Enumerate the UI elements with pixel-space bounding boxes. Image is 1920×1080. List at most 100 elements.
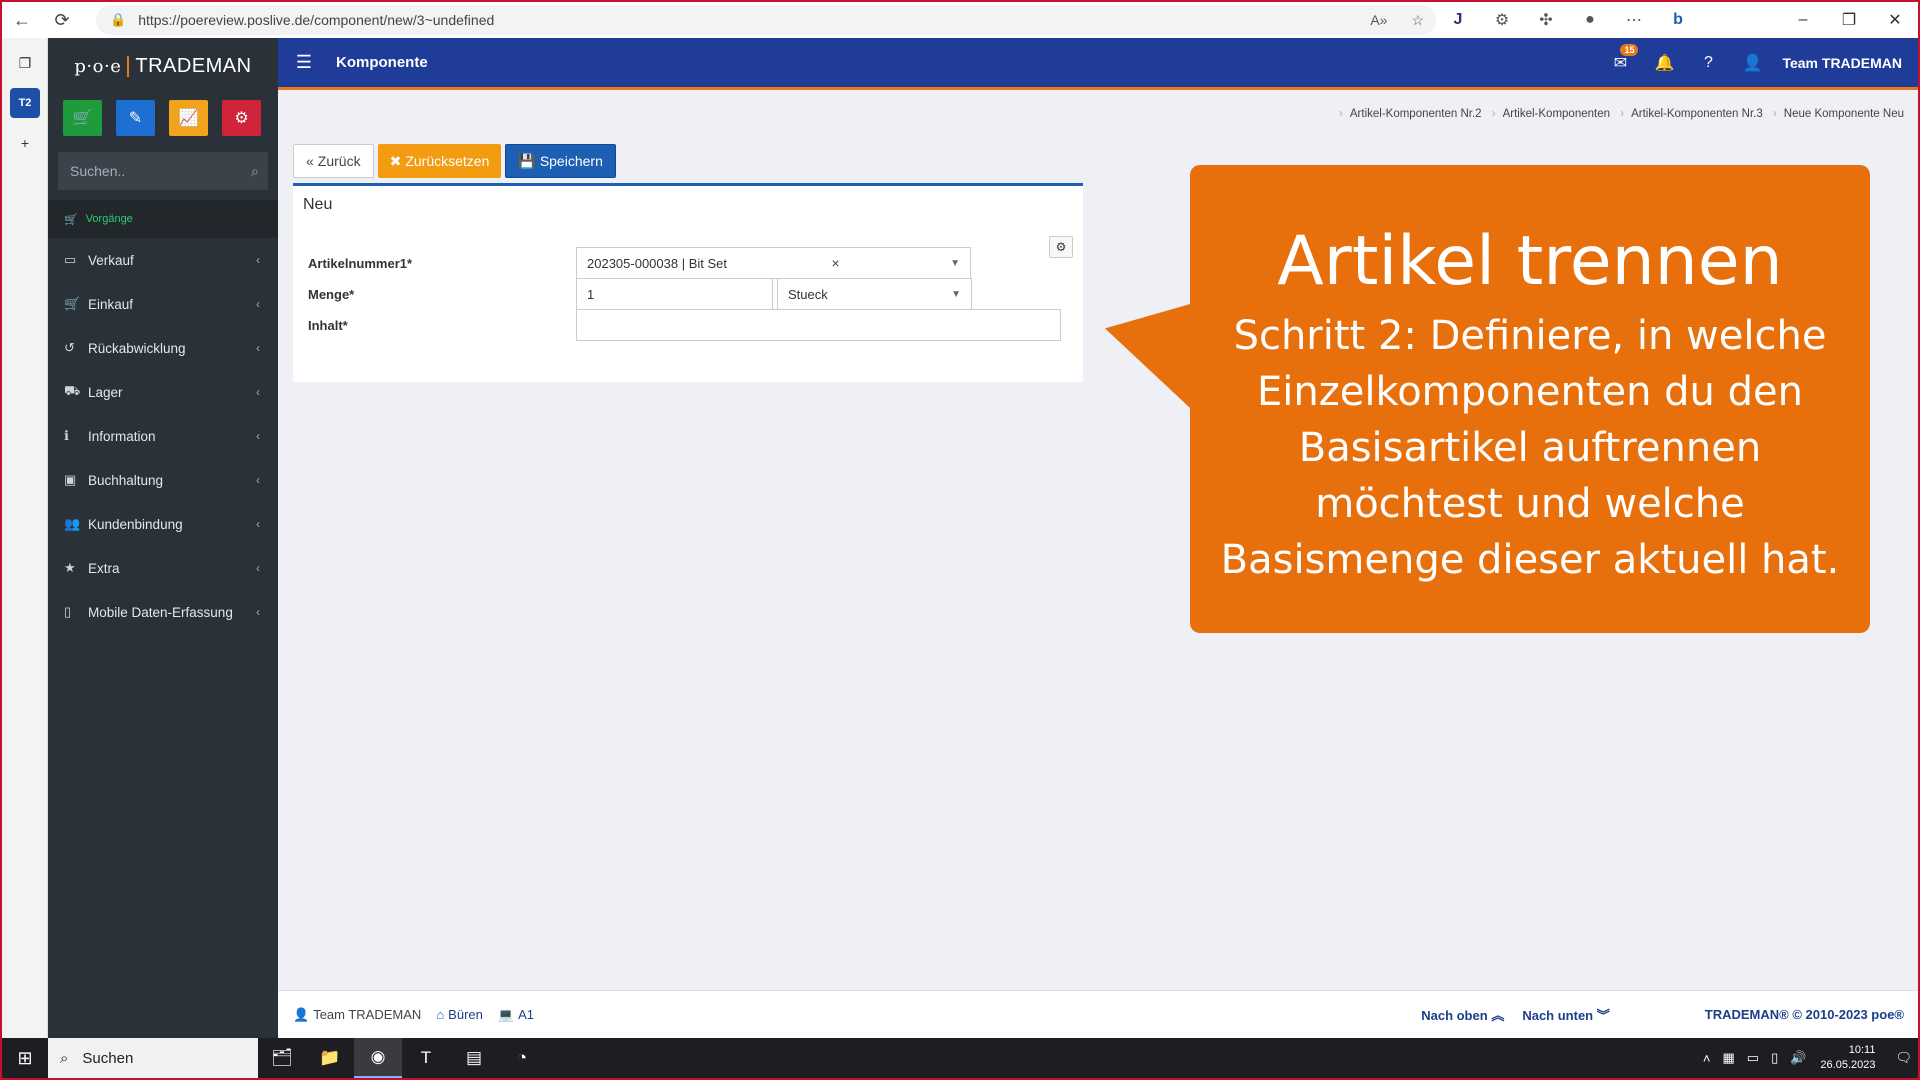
- news-widget-icon[interactable]: 🗂: [258, 1038, 306, 1078]
- system-tray: ˄ ▦ ▭ ▯ 🔊 10:11 26.05.2023 🗨: [1697, 1043, 1918, 1074]
- hamburger-icon[interactable]: ☰: [284, 52, 324, 73]
- content-input[interactable]: [576, 309, 1061, 341]
- security-icon[interactable]: ▦: [1722, 1050, 1734, 1066]
- logo[interactable]: p·o·e TRADEMAN: [48, 38, 278, 94]
- bell-icon[interactable]: 🔔: [1642, 53, 1686, 73]
- copyright: TRADEMAN® © 2010-2023 poe®: [1704, 1007, 1904, 1022]
- chevron-left-icon: ‹: [256, 561, 260, 575]
- clock-time: 10:11: [1848, 1043, 1876, 1056]
- caret-down-icon[interactable]: ▼: [950, 258, 960, 269]
- profile-icon[interactable]: ●: [1568, 2, 1612, 38]
- minimize-icon[interactable]: –: [1780, 2, 1826, 38]
- search-icon: ⌕: [60, 1049, 69, 1067]
- chart-icon[interactable]: 📈: [169, 100, 208, 136]
- sidebar-item-rueckabwicklung[interactable]: ↺ Rückabwicklung ‹: [48, 326, 278, 370]
- reload-icon[interactable]: ⟳: [42, 2, 82, 38]
- edge-icon[interactable]: ◉: [354, 1038, 402, 1078]
- address-bar[interactable]: 🔒 https://poereview.poslive.de/component…: [96, 5, 1436, 35]
- mail-icon[interactable]: ✉ 15: [1598, 43, 1642, 73]
- user-name[interactable]: Team TRADEMAN: [1782, 55, 1902, 71]
- breadcrumb-item[interactable]: Artikel-Komponenten Nr.3: [1631, 108, 1763, 120]
- url-text[interactable]: https://poereview.poslive.de/component/n…: [138, 12, 1358, 28]
- windows-start-icon[interactable]: ⊞: [2, 1048, 48, 1069]
- footer-device[interactable]: 💻 A1: [498, 1007, 534, 1023]
- search-input[interactable]: [70, 163, 251, 179]
- nav-down-link[interactable]: Nach unten ︾: [1522, 1005, 1609, 1024]
- tab-actions-icon[interactable]: ❐: [10, 48, 40, 78]
- new-tab-icon[interactable]: +: [10, 128, 40, 158]
- unit-select[interactable]: Stueck ▼: [777, 278, 972, 310]
- clear-icon[interactable]: ×: [831, 255, 839, 271]
- sidebar-item-label: Lager: [88, 384, 123, 400]
- laptop-icon: 💻: [497, 1006, 515, 1022]
- settings-icon[interactable]: ⚙: [222, 100, 261, 136]
- gear-extension-icon[interactable]: ⚙: [1480, 2, 1524, 38]
- breadcrumb-item[interactable]: Artikel-Komponenten: [1503, 108, 1610, 120]
- quantity-input[interactable]: 1: [576, 278, 773, 310]
- puzzle-icon[interactable]: ✣: [1524, 2, 1568, 38]
- sidebar-item-label: Rückabwicklung: [88, 340, 186, 356]
- article-select[interactable]: 202305-000038 | Bit Set × ▼: [576, 247, 971, 279]
- nav-up-link[interactable]: Nach oben ︽: [1421, 1005, 1504, 1024]
- user-icon[interactable]: 👤: [1730, 53, 1774, 73]
- sidebar-item-label: Mobile Daten-Erfassung: [88, 604, 233, 620]
- footer-user-label: Team TRADEMAN: [313, 1007, 422, 1022]
- cart-icon[interactable]: 🛒: [63, 100, 102, 136]
- truck-icon: ⛟: [64, 383, 81, 398]
- sidebar-item-einkauf[interactable]: 🛒 Einkauf ‹: [48, 282, 278, 326]
- help-icon[interactable]: ?: [1686, 54, 1730, 72]
- save-button[interactable]: 💾 Speichern: [505, 144, 616, 178]
- tab-trademan[interactable]: T2: [10, 88, 40, 118]
- app-footer: 👤 Team TRADEMAN ⌂ Büren 💻 A1 Nach oben ︽ Na…: [278, 990, 1918, 1038]
- taskbar-search[interactable]: ⌕ Suchen: [48, 1038, 258, 1078]
- footer-user[interactable]: 👤 Team TRADEMAN: [293, 1007, 421, 1023]
- times-icon: ✖: [389, 152, 402, 169]
- vertical-tab-strip: ❐ T2 +: [2, 38, 48, 1038]
- extension-icon[interactable]: J: [1436, 2, 1480, 38]
- back-arrow-icon[interactable]: ←: [2, 2, 42, 38]
- sidebar-item-lager[interactable]: ⛟ Lager ‹: [48, 370, 278, 414]
- nav-up-label: Nach oben: [1421, 1008, 1488, 1023]
- sidebar-item-kundenbindung[interactable]: 👥 Kundenbindung ‹: [48, 502, 278, 546]
- search-icon[interactable]: ⌕: [251, 163, 259, 180]
- sidebar-item-buchhaltung[interactable]: ▣ Buchhaltung ‹: [48, 458, 278, 502]
- bing-icon[interactable]: b: [1656, 2, 1700, 38]
- sidebar: p·o·e TRADEMAN 🛒 ✎ 📈 ⚙ ⌕ 🛒 Vorgänge ▭ Ver…: [48, 38, 278, 1038]
- back-label: Zurück: [317, 153, 361, 169]
- network-icon[interactable]: ▯: [1771, 1050, 1778, 1066]
- sidebar-item-mobile[interactable]: ▯ Mobile Daten-Erfassung ‹: [48, 590, 278, 634]
- sidebar-item-verkauf[interactable]: ▭ Verkauf ‹: [48, 238, 278, 282]
- sidebar-item-label: Information: [88, 428, 156, 444]
- more-icon[interactable]: ⋯: [1612, 2, 1656, 38]
- read-aloud-icon[interactable]: A»: [1370, 12, 1387, 28]
- notification-icon[interactable]: 🗨: [1895, 1050, 1912, 1066]
- battery-icon[interactable]: ▭: [1747, 1050, 1759, 1066]
- sidebar-item-extra[interactable]: ★ Extra ‹: [48, 546, 278, 590]
- browser-toolbar: ← ⟳ 🔒 https://poereview.poslive.de/compo…: [2, 2, 1918, 38]
- cart-icon: 🛒: [64, 296, 81, 311]
- breadcrumb-item[interactable]: Artikel-Komponenten Nr.2: [1350, 108, 1482, 120]
- spreadsheet-icon[interactable]: ▤: [450, 1038, 498, 1078]
- sidebar-item-label: Extra: [88, 560, 120, 576]
- article-row: Artikelnummer1* 202305-000038 | Bit Set …: [308, 246, 1068, 280]
- menu-header[interactable]: 🛒 Vorgänge: [48, 200, 278, 238]
- caret-down-icon[interactable]: ▼: [951, 289, 961, 300]
- sidebar-item-information[interactable]: ℹ Information ‹: [48, 414, 278, 458]
- footer-location[interactable]: ⌂ Büren: [436, 1007, 483, 1022]
- reset-button[interactable]: ✖ Zurücksetzen: [377, 144, 502, 178]
- volume-icon[interactable]: 🔊: [1790, 1050, 1806, 1066]
- double-chevron-up-icon: ︽: [1491, 1008, 1505, 1023]
- restore-icon[interactable]: ❐: [1826, 2, 1872, 38]
- sidebar-item-label: Verkauf: [88, 252, 134, 268]
- clock-app-icon[interactable]: ◔: [498, 1038, 546, 1078]
- file-explorer-icon[interactable]: 📁: [306, 1038, 354, 1078]
- system-clock[interactable]: 10:11 26.05.2023: [1820, 1043, 1875, 1074]
- back-button[interactable]: «Zurück: [293, 144, 374, 178]
- panel-title: Neu: [303, 196, 333, 213]
- chevron-up-icon[interactable]: ˄: [1703, 1051, 1711, 1066]
- close-icon[interactable]: ✕: [1872, 2, 1918, 38]
- favorite-icon[interactable]: ☆: [1411, 12, 1424, 29]
- teams-icon[interactable]: T: [402, 1038, 450, 1078]
- pencil-icon[interactable]: ✎: [116, 100, 155, 136]
- breadcrumb-item: Neue Komponente Neu: [1783, 108, 1904, 120]
